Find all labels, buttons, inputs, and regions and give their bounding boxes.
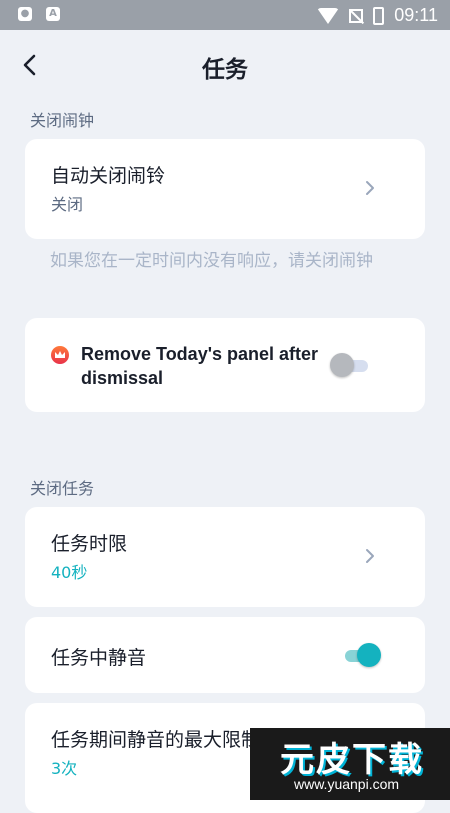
task-time-limit-label: 任务时限 [51, 533, 128, 555]
app-header: 任务 [0, 30, 450, 100]
mute-during-task-toggle[interactable] [339, 642, 381, 668]
max-mute-limit-value: 3次 [51, 759, 78, 778]
remove-panel-row: Remove Today's panel after dismissal [25, 318, 425, 412]
a-box-icon: A [46, 7, 60, 21]
watermark: 元皮下载 www.yuanpi.com [250, 728, 450, 800]
no-signal-icon [349, 8, 364, 23]
mute-during-task-label: 任务中静音 [51, 647, 147, 669]
chevron-right-icon [366, 181, 374, 195]
chevron-right-icon [366, 549, 374, 563]
status-time: 09:11 [394, 5, 438, 25]
battery-charging-icon [373, 6, 385, 25]
status-bar: ● A 09:11 [0, 0, 450, 30]
crown-icon [51, 346, 69, 364]
section-title-close-task: 关闭任务 [30, 479, 95, 498]
auto-close-alarm-label: 自动关闭闹铃 [51, 165, 166, 187]
remove-panel-label: Remove Today's panel after dismissal [81, 344, 319, 388]
auto-close-note: 如果您在一定时间内没有响应，请关闭闹钟 [50, 251, 373, 271]
shield-icon: ● [18, 7, 32, 21]
remove-panel-toggle[interactable] [330, 352, 372, 378]
page-title: 任务 [202, 57, 248, 83]
auto-close-alarm-row[interactable]: 自动关闭闹铃 关闭 [25, 139, 425, 239]
watermark-brand: 元皮下载 [280, 740, 424, 780]
wifi-icon [317, 7, 340, 24]
watermark-url: www.yuanpi.com [294, 776, 400, 792]
max-mute-limit-label: 任务期间静音的最大限制 [51, 729, 261, 751]
auto-close-alarm-value: 关闭 [51, 195, 84, 214]
mute-during-task-row: 任务中静音 [25, 617, 425, 693]
task-time-limit-value: 40秒 [51, 563, 88, 582]
task-time-limit-row[interactable]: 任务时限 40秒 [25, 507, 425, 607]
section-title-close-alarm: 关闭闹钟 [30, 111, 95, 130]
